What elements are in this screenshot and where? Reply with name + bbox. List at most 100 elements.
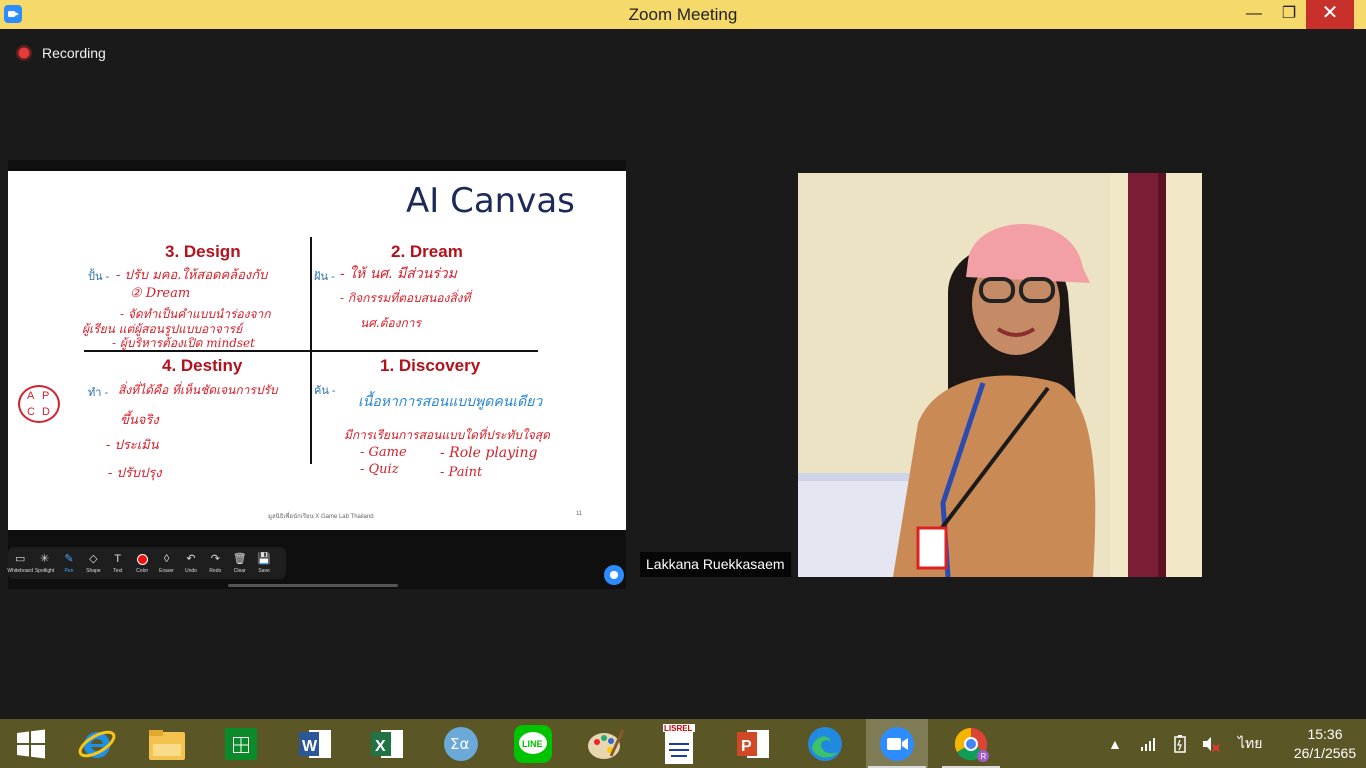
quadrant-title-dream: 2. Dream <box>391 242 463 261</box>
eraser-tool[interactable]: ◊ Eraser <box>154 547 178 579</box>
shape-tool[interactable]: ◇ Shape <box>81 547 105 579</box>
folder-icon <box>149 729 185 760</box>
ink-discovery-5: - Paint <box>440 465 483 480</box>
trash-icon: 🗑 <box>232 552 247 565</box>
whiteboard-tool[interactable]: ▭ Whiteboard <box>7 547 33 579</box>
network-indicator[interactable] <box>1140 719 1156 768</box>
shared-screen[interactable]: AI Canvas 3. Design 2. Dream 4. Destiny … <box>7 160 626 589</box>
tool-label: Pen <box>64 567 74 574</box>
taskbar-line[interactable]: LINE <box>502 719 564 768</box>
taskbar-zoom[interactable] <box>866 719 928 768</box>
apcd-cycle-sketch: A P C D <box>18 385 60 423</box>
quadrant-title-discovery: 1. Discovery <box>380 356 481 375</box>
meeting-area: Recording AI Canvas 3. Design 2. Dream 4… <box>0 29 1366 719</box>
side-label-destiny: ทำ - <box>88 387 109 399</box>
redo-tool[interactable]: ↷ Redo <box>203 547 227 579</box>
ink-dream-2: - กิจกรรมที่ตอบสนองสิ่งที่ <box>340 291 471 305</box>
battery-indicator[interactable] <box>1172 719 1188 768</box>
color-tool[interactable]: Color <box>130 547 154 579</box>
windows-start-icon <box>17 729 45 758</box>
network-signal-icon <box>1141 737 1155 751</box>
slide-page-number: 11 <box>576 511 583 517</box>
ink-discovery-1: มีการเรียนการสอนแบบใดที่ประทับใจสุด <box>344 428 550 442</box>
text-tool[interactable]: T Text <box>106 547 130 579</box>
eraser-icon: ◊ <box>163 552 170 565</box>
close-button[interactable]: ✕ <box>1306 0 1354 29</box>
tool-label: Redo <box>209 567 222 574</box>
tool-label: Color <box>136 567 149 574</box>
participant-video[interactable] <box>798 173 1202 577</box>
taskbar-edge[interactable] <box>794 719 856 768</box>
paint-palette-icon <box>588 728 625 759</box>
minimize-button[interactable]: — <box>1236 0 1272 29</box>
taskbar-chrome[interactable]: R <box>940 719 1002 768</box>
taskbar-word[interactable]: W <box>284 719 346 768</box>
volume-indicator[interactable] <box>1202 719 1220 768</box>
taskbar-math-input[interactable]: Σα <box>430 719 492 768</box>
internet-explorer-icon <box>78 730 116 758</box>
pen-tool[interactable]: ✎ Pen <box>57 547 81 579</box>
side-label-discovery: ค้น - <box>314 385 336 397</box>
spotlight-icon: ✳ <box>39 552 50 565</box>
annotation-toolbar: ▭ Whiteboard ✳ Spotlight ✎ Pen ◇ Shape T Text… <box>7 547 286 579</box>
show-hidden-icons-button[interactable]: ▲ <box>1108 719 1122 768</box>
ink-destiny-2: ขึ้นจริง <box>120 413 159 428</box>
side-label-design: ปั้น - <box>88 271 110 283</box>
quadrant-title-destiny: 4. Destiny <box>162 356 243 375</box>
taskbar-internet-explorer[interactable] <box>66 719 128 768</box>
svg-text:W: W <box>302 738 318 755</box>
clear-tool[interactable]: 🗑 Clear <box>228 547 252 579</box>
svg-text:LINE: LINE <box>522 739 543 749</box>
math-input-icon: Σα <box>444 726 478 761</box>
taskbar-file-explorer[interactable] <box>136 719 198 768</box>
save-icon: 💾 <box>257 552 271 565</box>
edge-icon <box>808 726 842 761</box>
taskbar-store[interactable] <box>210 719 272 768</box>
line-icon: LINE <box>514 724 552 763</box>
svg-text:LISREL: LISREL <box>664 724 693 733</box>
clock[interactable]: 15:36 26/1/2565 <box>1290 725 1360 763</box>
abcd-d: D <box>42 406 50 418</box>
undo-tool[interactable]: ↶ Undo <box>179 547 203 579</box>
battery-plug-icon <box>1174 734 1186 753</box>
abcd-p: P <box>42 390 50 402</box>
taskbar-excel[interactable]: X <box>356 719 418 768</box>
whiteboard-icon: ▭ <box>14 552 26 565</box>
pen-icon: ✎ <box>64 552 74 565</box>
clock-time: 15:36 <box>1307 726 1343 742</box>
share-control-icon[interactable]: ⬤ <box>604 565 624 585</box>
svg-text:Σα: Σα <box>450 735 469 753</box>
zoom-icon <box>880 726 914 761</box>
maximize-button[interactable]: ❐ <box>1271 0 1307 29</box>
store-icon <box>225 727 257 760</box>
save-tool[interactable]: 💾 Save <box>252 547 276 579</box>
tool-label: Text <box>113 567 123 574</box>
slide-title: AI Canvas <box>406 181 575 221</box>
side-label-dream: ฝัน - <box>314 271 335 283</box>
share-scrollbar[interactable] <box>228 584 398 587</box>
taskbar-paint[interactable] <box>574 719 636 768</box>
clock-date: 26/1/2565 <box>1293 745 1357 761</box>
color-swatch-icon <box>136 553 148 565</box>
recording-label: Recording <box>42 45 106 61</box>
undo-icon: ↶ <box>186 552 196 565</box>
ink-discovery-blue: เนื้อหาการสอนแบบพูดคนเดียว <box>358 394 543 410</box>
taskbar: W X Σα LINE LISREL P R ▲ ไทย 15:36 26/1/… <box>0 719 1366 768</box>
lisrel-icon: LISREL <box>663 723 695 764</box>
spotlight-tool[interactable]: ✳ Spotlight <box>32 547 56 579</box>
tool-label: Spotlight <box>34 567 55 574</box>
input-language[interactable]: ไทย <box>1238 719 1262 768</box>
excel-icon: X <box>371 729 403 758</box>
start-button[interactable] <box>0 719 62 768</box>
powerpoint-icon: P <box>737 729 769 758</box>
recording-indicator[interactable]: Recording <box>16 45 106 61</box>
svg-text:P: P <box>741 738 752 755</box>
tool-label: Save <box>258 567 270 574</box>
ink-design-1: - ปรับ มคอ.ให้สอดคล้องกับ <box>116 268 268 283</box>
slide: AI Canvas 3. Design 2. Dream 4. Destiny … <box>8 171 626 530</box>
taskbar-lisrel[interactable]: LISREL <box>648 719 710 768</box>
chrome-icon: R <box>954 727 989 762</box>
taskbar-powerpoint[interactable]: P <box>722 719 784 768</box>
redo-icon: ↷ <box>210 552 220 565</box>
participant-name-tag: Lakkana Ruekkasaem <box>640 552 791 577</box>
